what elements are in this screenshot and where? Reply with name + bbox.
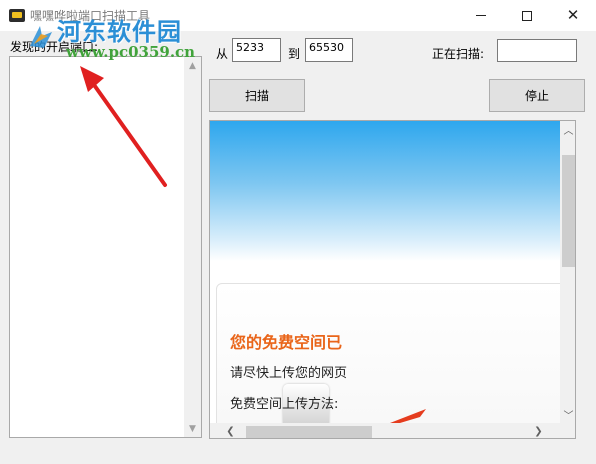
scan-button[interactable]: 扫描 [209,79,305,112]
maximize-button[interactable] [504,0,550,31]
vertical-scroll-thumb[interactable] [562,155,575,267]
scroll-down-icon[interactable]: ﹀ [560,406,575,423]
sky-banner [210,121,560,261]
card-title: 您的免费空间已 [230,333,343,352]
watermark-logo-icon [30,26,52,48]
horizontal-scroll-thumb[interactable] [246,426,372,438]
end-port-input[interactable]: 65530 [305,38,353,62]
browser-content: 您的免费空间已 请尽快上传您的网页 免费空间上传方法: [210,121,560,423]
to-label: 到 [288,47,301,61]
web-browser-pane[interactable]: 您的免费空间已 请尽快上传您的网页 免费空间上传方法: ︿ ﹀ ❮ ❯ [209,120,576,439]
scanning-field[interactable] [497,39,577,62]
watermark-url: www.pc0359.cn [66,43,196,61]
card-line-2: 免费空间上传方法: [230,397,339,412]
watermark-logo-text: 河东软件园 [57,18,182,46]
close-button[interactable]: ✕ [550,0,596,31]
scroll-up-icon[interactable]: ︿ [560,121,575,138]
stop-button[interactable]: 停止 [489,79,585,112]
from-label: 从 [216,47,229,61]
ports-list-scrollbar[interactable]: ▲ ▼ [184,57,201,437]
minimize-button[interactable] [458,0,504,31]
scrollbar-corner [560,423,575,438]
maximize-icon [522,10,532,21]
scroll-left-icon[interactable]: ❮ [222,423,239,438]
scroll-right-icon[interactable]: ❯ [530,423,547,438]
scroll-down-icon[interactable]: ▼ [184,420,201,437]
browser-vertical-scrollbar[interactable]: ︿ ﹀ [560,121,575,423]
close-icon: ✕ [566,6,580,24]
scanning-label: 正在扫描: [432,47,485,61]
minimize-icon [476,15,486,16]
app-icon [9,9,25,22]
browser-horizontal-scrollbar[interactable]: ❮ ❯ [210,423,560,438]
open-ports-list[interactable]: ▲ ▼ [9,56,202,438]
red-swoosh-image [390,409,426,423]
card-line-1: 请尽快上传您的网页 [230,366,348,381]
start-port-input[interactable]: 5233 [232,38,281,62]
